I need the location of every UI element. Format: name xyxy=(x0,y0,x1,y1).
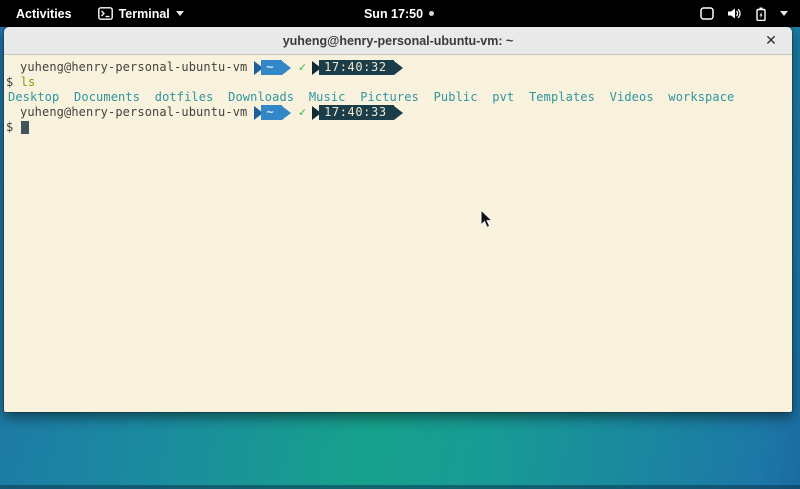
powerline-segments: ~ ✓ 17:40:33 xyxy=(254,105,402,120)
terminal-content[interactable]: yuheng@henry-personal-ubuntu-vm ~ ✓ 17:4… xyxy=(4,55,792,412)
clock-button[interactable]: Sun 17:50 xyxy=(364,7,434,21)
app-menu-label: Terminal xyxy=(119,7,170,21)
battery-charging-icon xyxy=(755,7,767,21)
prompt-dollar: $ xyxy=(6,75,13,90)
top-bar-left: Activities Terminal xyxy=(0,3,364,25)
volume-icon xyxy=(727,7,742,20)
directory-name: Public xyxy=(434,90,478,105)
terminal-icon xyxy=(98,7,113,20)
prompt-time-segment: 17:40:32 xyxy=(319,60,394,75)
prompt-directory-segment: ~ xyxy=(261,105,281,120)
powerline-arrow-icon xyxy=(282,61,291,75)
prompt-dollar: $ xyxy=(6,120,13,135)
prompt-user-host: yuheng@henry-personal-ubuntu-vm xyxy=(6,60,247,75)
prompt-line-1: yuheng@henry-personal-ubuntu-vm ~ ✓ 17:4… xyxy=(6,60,790,75)
status-check-icon: ✓ xyxy=(299,105,306,120)
terminal-cursor xyxy=(21,121,29,134)
directory-name: Music xyxy=(309,90,346,105)
directory-name: pvt xyxy=(492,90,514,105)
command-line-2: $ xyxy=(6,120,790,135)
powerline-arrow-icon xyxy=(394,106,403,120)
prompt-time-segment: 17:40:33 xyxy=(319,105,394,120)
prompt-line-2: yuheng@henry-personal-ubuntu-vm ~ ✓ 17:4… xyxy=(6,105,790,120)
powerline-arrow-icon xyxy=(282,106,291,120)
directory-name: workspace xyxy=(668,90,734,105)
chevron-down-icon xyxy=(780,11,788,16)
directory-name: dotfiles xyxy=(155,90,214,105)
activities-button[interactable]: Activities xyxy=(10,3,78,25)
mouse-pointer-icon xyxy=(480,209,494,234)
prompt-directory-segment: ~ xyxy=(261,60,281,75)
directory-name: Templates xyxy=(529,90,595,105)
prompt-user-host: yuheng@henry-personal-ubuntu-vm xyxy=(6,105,247,120)
command-text: ls xyxy=(21,75,36,90)
directory-name: Pictures xyxy=(360,90,419,105)
directory-name: Desktop xyxy=(8,90,59,105)
ls-output-line: Desktop Documents dotfiles Downloads Music Pi… xyxy=(6,90,790,105)
window-title: yuheng@henry-personal-ubuntu-vm: ~ xyxy=(283,34,514,48)
powerline-segments: ~ ✓ 17:40:32 xyxy=(254,60,402,75)
screen-icon xyxy=(700,7,714,20)
top-bar: Activities Terminal Sun 17:50 xyxy=(0,0,800,27)
status-check-icon: ✓ xyxy=(299,60,306,75)
close-button[interactable]: ✕ xyxy=(760,30,782,52)
window-titlebar[interactable]: yuheng@henry-personal-ubuntu-vm: ~ ✕ xyxy=(4,27,792,55)
clock-label: Sun 17:50 xyxy=(364,7,423,21)
app-menu-terminal[interactable]: Terminal xyxy=(92,3,190,25)
system-tray[interactable] xyxy=(434,7,800,21)
directory-name: Videos xyxy=(610,90,654,105)
command-line-1: $ ls xyxy=(6,75,790,90)
powerline-arrow-icon xyxy=(394,61,403,75)
directory-name: Documents xyxy=(74,90,140,105)
chevron-down-icon xyxy=(176,11,184,16)
terminal-window: yuheng@henry-personal-ubuntu-vm: ~ ✕ yuh… xyxy=(4,27,792,412)
directory-name: Downloads xyxy=(228,90,294,105)
desktop-background: Activities Terminal Sun 17:50 xyxy=(0,0,800,489)
